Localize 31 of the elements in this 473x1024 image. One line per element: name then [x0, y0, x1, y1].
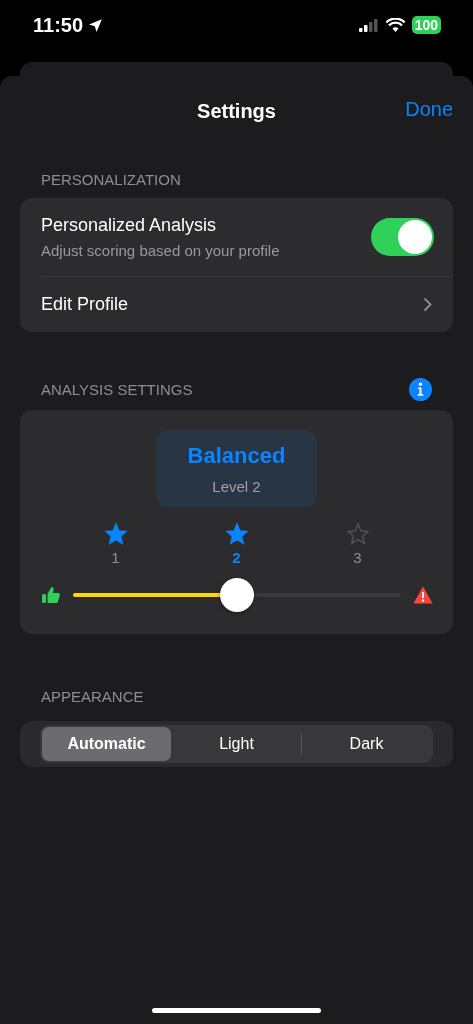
info-icon[interactable] — [409, 377, 432, 401]
section-header: ANALYSIS SETTINGS — [41, 380, 193, 398]
screen-title: Settings — [197, 99, 276, 123]
toggle-switch[interactable] — [371, 218, 434, 256]
warning-icon — [412, 586, 433, 604]
section-header: PERSONALIZATION — [41, 170, 181, 188]
level-option[interactable]: 2 — [221, 522, 252, 566]
setting-title: Personalized Analysis — [41, 215, 218, 236]
done-button[interactable]: Done — [405, 98, 453, 121]
star-icon — [224, 522, 249, 546]
segment[interactable]: Automatic — [42, 727, 171, 761]
battery-level: 100 — [411, 16, 441, 34]
segment[interactable]: Light — [172, 727, 301, 761]
level-option[interactable]: 1 — [100, 522, 131, 566]
edit-profile-row[interactable]: Edit Profile — [20, 277, 453, 332]
setting-subtitle: Adjust scoring based on your profile — [41, 242, 280, 259]
slider-track[interactable] — [72, 578, 401, 612]
slider-thumb[interactable] — [219, 578, 254, 612]
signal-icon — [358, 18, 379, 32]
level-option[interactable]: 3 — [342, 522, 373, 566]
mode-name: Balanced — [187, 442, 286, 469]
thumbs-up-icon — [40, 585, 61, 605]
mode-level: Level 2 — [212, 477, 261, 495]
segment[interactable]: Dark — [302, 727, 431, 761]
star-icon — [345, 522, 370, 546]
star-icon — [103, 522, 128, 546]
chevron-right-icon — [423, 297, 432, 312]
wifi-icon — [385, 18, 405, 32]
location-arrow-icon — [87, 16, 105, 34]
section-header: APPEARANCE — [41, 687, 144, 705]
status-time: 11:50 — [33, 13, 84, 37]
